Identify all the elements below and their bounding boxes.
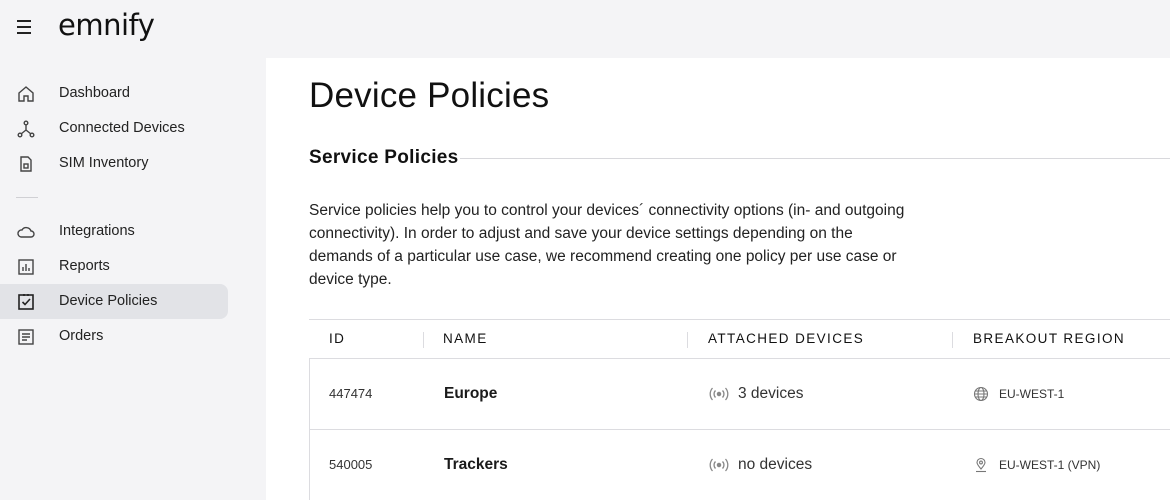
- sidebar-item-dashboard[interactable]: Dashboard: [0, 76, 228, 111]
- sidebar-item-label: SIM Inventory: [59, 155, 149, 171]
- home-icon: [16, 84, 36, 104]
- sidebar-item-sim-inventory[interactable]: SIM Inventory: [0, 146, 228, 181]
- policy-id: 540005: [329, 457, 373, 472]
- attached-devices-count: no devices: [738, 456, 813, 473]
- sidebar-item-orders[interactable]: Orders: [0, 319, 228, 354]
- breakout-region-cell: EU-WEST-1: [973, 386, 1064, 402]
- hamburger-menu-icon[interactable]: [17, 20, 35, 38]
- broadcast-icon: [709, 458, 729, 472]
- breakout-region-cell: EU-WEST-1 (VPN): [973, 457, 1100, 473]
- attached-devices-count: 3 devices: [738, 385, 804, 402]
- sidebar: Dashboard Connected Devices SIM Inventor…: [0, 58, 266, 500]
- app-logo[interactable]: emnify: [58, 8, 155, 42]
- sidebar-item-reports[interactable]: Reports: [0, 249, 228, 284]
- section-description: Service policies help you to control you…: [309, 202, 905, 288]
- sidebar-divider: [16, 197, 38, 198]
- bar-chart-icon: [16, 257, 36, 277]
- sim-card-icon: [16, 154, 36, 174]
- section-divider: [460, 158, 1170, 159]
- column-header-id[interactable]: ID: [329, 331, 345, 346]
- sidebar-item-label: Dashboard: [59, 85, 130, 101]
- attached-devices-cell: 3 devices: [708, 385, 803, 403]
- checklist-icon: [16, 292, 36, 312]
- cloud-icon: [16, 222, 36, 242]
- section-title: Service Policies: [309, 147, 459, 168]
- sidebar-item-integrations[interactable]: Integrations: [0, 214, 228, 249]
- network-icon: [16, 119, 36, 139]
- column-header-attached-devices[interactable]: ATTACHED DEVICES: [708, 331, 864, 346]
- sidebar-item-label: Reports: [59, 258, 110, 274]
- attached-devices-cell: no devices: [708, 456, 812, 474]
- column-separator: [952, 332, 953, 348]
- column-header-breakout-region[interactable]: BREAKOUT REGION: [973, 331, 1125, 346]
- page-title: Device Policies: [309, 76, 550, 115]
- table-row[interactable]: 540005 Trackers no devices EU-WEST-1 (VP…: [309, 430, 1170, 500]
- breakout-region: EU-WEST-1: [999, 387, 1065, 401]
- policy-name[interactable]: Trackers: [444, 456, 508, 474]
- table-header: ID NAME ATTACHED DEVICES BREAKOUT REGION: [309, 319, 1170, 359]
- policies-table: ID NAME ATTACHED DEVICES BREAKOUT REGION…: [309, 319, 1170, 500]
- column-header-name[interactable]: NAME: [443, 331, 488, 346]
- document-icon: [16, 327, 36, 347]
- column-separator: [423, 332, 424, 348]
- sidebar-item-device-policies[interactable]: Device Policies: [0, 284, 228, 319]
- breakout-region: EU-WEST-1 (VPN): [999, 458, 1101, 472]
- column-separator: [687, 332, 688, 348]
- sidebar-item-label: Integrations: [59, 223, 135, 239]
- sidebar-item-label: Device Policies: [59, 293, 158, 309]
- policy-name[interactable]: Europe: [444, 385, 497, 403]
- sidebar-item-label: Orders: [59, 328, 104, 344]
- sidebar-item-connected-devices[interactable]: Connected Devices: [0, 111, 228, 146]
- sidebar-item-label: Connected Devices: [59, 120, 185, 136]
- location-pin-icon: [976, 457, 986, 473]
- policy-id: 447474: [329, 386, 373, 401]
- top-bar: emnify: [0, 0, 1170, 58]
- globe-icon: [973, 386, 989, 402]
- broadcast-icon: [709, 387, 729, 401]
- main-content: Device Policies Service Policies Service…: [266, 58, 1170, 500]
- table-row[interactable]: 447474 Europe 3 devices EU-WEST-1: [309, 359, 1170, 430]
